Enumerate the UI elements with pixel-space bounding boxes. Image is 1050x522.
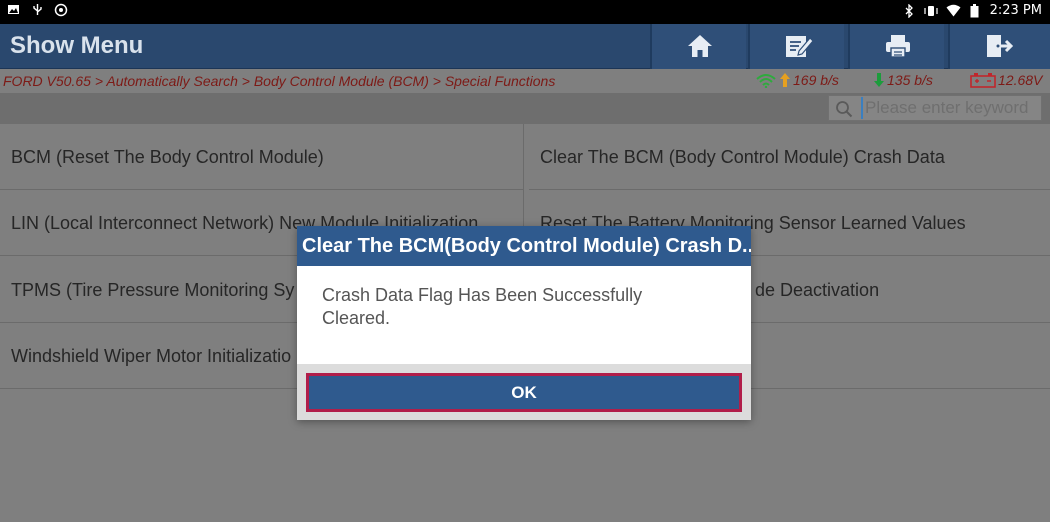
search-row xyxy=(0,93,1050,124)
breadcrumb: FORD V50.65 > Automatically Search > Bod… xyxy=(3,73,556,89)
print-icon xyxy=(886,35,910,58)
vibrate-icon xyxy=(924,4,938,18)
dialog-title: Clear The BCM(Body Control Module) Crash… xyxy=(297,226,751,266)
dialog-message-line1: Crash Data Flag Has Been Successfully xyxy=(322,285,643,305)
search-box[interactable] xyxy=(828,95,1042,121)
page-title: Show Menu xyxy=(10,32,144,59)
function-item-bcm-reset[interactable]: BCM (Reset The Body Control Module) xyxy=(0,124,523,190)
status-bar-left xyxy=(6,3,68,17)
status-bar: 2:23 PM xyxy=(0,0,1050,24)
gallery-icon xyxy=(6,3,20,17)
battery-voltage: 12.68V xyxy=(970,72,1042,88)
status-time: 2:23 PM xyxy=(989,3,1042,18)
search-icon xyxy=(836,101,853,118)
car-battery-icon xyxy=(970,73,996,88)
signal-wifi-icon xyxy=(756,74,776,88)
dialog-message: Crash Data Flag Has Been Successfully Cl… xyxy=(322,284,722,330)
breadcrumb-bar: FORD V50.65 > Automatically Search > Bod… xyxy=(0,69,1050,93)
function-item-clear-crash-data[interactable]: Clear The BCM (Body Control Module) Cras… xyxy=(529,124,1050,190)
voltage-value: 12.68V xyxy=(998,72,1043,88)
battery-icon xyxy=(968,3,982,18)
edit-icon xyxy=(786,36,814,57)
search-input[interactable] xyxy=(861,97,1039,119)
edit-button[interactable] xyxy=(748,24,844,69)
print-button[interactable] xyxy=(848,24,944,69)
settings-icon xyxy=(54,3,68,17)
status-bar-right: 2:23 PM xyxy=(902,2,1042,19)
download-speed: 135 b/s xyxy=(873,72,933,88)
app-header: Show Menu xyxy=(0,24,1050,69)
bluetooth-icon xyxy=(902,2,916,19)
crash-data-dialog: Clear The BCM(Body Control Module) Crash… xyxy=(297,226,751,420)
wifi-icon xyxy=(946,4,961,18)
upload-value: 169 b/s xyxy=(793,72,839,88)
download-value: 135 b/s xyxy=(887,72,933,88)
home-button[interactable] xyxy=(650,24,746,69)
exit-icon xyxy=(987,35,1014,57)
exit-button[interactable] xyxy=(948,24,1050,69)
usb-icon xyxy=(30,3,44,17)
ok-button[interactable]: OK xyxy=(306,373,742,412)
download-arrow-icon xyxy=(874,73,884,87)
upload-speed: 169 b/s xyxy=(755,72,839,88)
upload-arrow-icon xyxy=(780,73,790,87)
home-icon xyxy=(688,35,712,57)
dialog-footer: OK xyxy=(297,364,751,420)
dialog-message-line2: Cleared. xyxy=(322,308,391,328)
